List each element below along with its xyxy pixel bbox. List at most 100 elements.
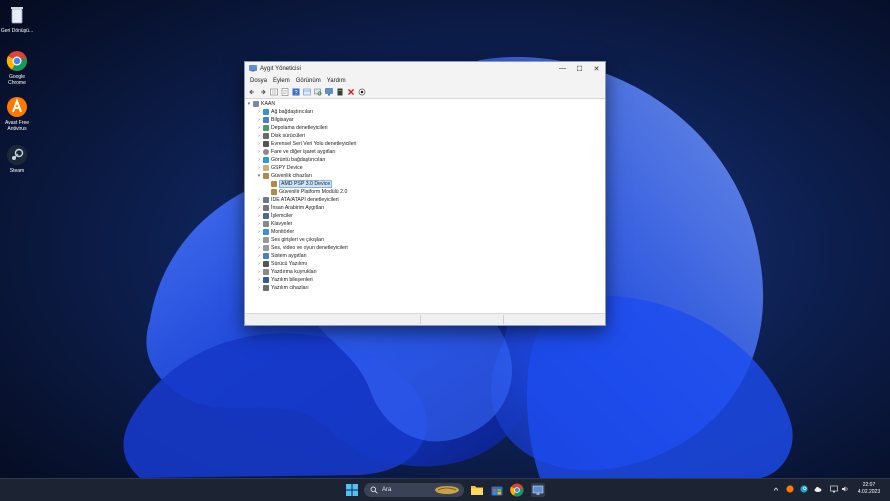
taskbar-file-explorer[interactable] <box>470 483 484 497</box>
tree-item-system-devices[interactable]: › Sistem aygıtları <box>255 252 307 260</box>
tree-root[interactable]: ▾ KAAN <box>245 100 275 108</box>
expand-arrow-icon[interactable]: › <box>255 285 263 291</box>
ide-controller-icon <box>263 197 269 203</box>
taskbar-device-manager[interactable] <box>531 483 545 497</box>
tray-overflow-chevron-icon[interactable] <box>772 485 780 493</box>
tree-view-icon <box>270 88 278 96</box>
properties-button[interactable] <box>280 87 290 97</box>
collapse-arrow-icon[interactable]: ▾ <box>255 173 263 179</box>
status-divider <box>420 315 421 324</box>
processor-icon <box>263 213 269 219</box>
tray-network-icon[interactable] <box>830 485 838 493</box>
security-chip-icon <box>271 181 277 187</box>
update-driver-button[interactable] <box>335 87 345 97</box>
help-button[interactable]: ? <box>291 87 301 97</box>
expand-arrow-icon[interactable]: › <box>255 133 263 139</box>
taskbar-clock[interactable]: 22:07 4.02.2023 <box>852 482 886 496</box>
security-device-icon <box>263 173 269 179</box>
expand-arrow-icon[interactable]: › <box>255 141 263 147</box>
tree-item-firmware[interactable]: › Sürücü Yazılımı <box>255 260 307 268</box>
expand-arrow-icon[interactable]: › <box>255 205 263 211</box>
desktop-icon-steam[interactable]: Steam <box>0 144 34 174</box>
window-title: Aygıt Yöneticisi <box>260 65 301 72</box>
tree-item-mice[interactable]: › Fare ve diğer işaret aygıtları <box>255 148 336 156</box>
tree-item-ide-controllers[interactable]: › IDE ATA/ATAPI denetleyicileri <box>255 196 339 204</box>
menu-file[interactable]: Dosya <box>247 78 270 84</box>
tray-avast-icon[interactable] <box>786 485 794 493</box>
software-device-icon <box>263 285 269 291</box>
expand-arrow-icon[interactable]: › <box>255 261 263 267</box>
expand-arrow-icon[interactable]: › <box>255 221 263 227</box>
tree-item-display-adapters[interactable]: › Görüntü bağdaştırıcıları <box>255 156 326 164</box>
tree-item-software-components[interactable]: › Yazılım bileşenleri <box>255 276 313 284</box>
scan-hardware-button[interactable] <box>313 87 323 97</box>
menu-help[interactable]: Yardım <box>324 78 349 84</box>
desktop-icon-google-chrome[interactable]: Google Chrome <box>0 50 34 86</box>
tree-item-computer[interactable]: › Bilgisayar <box>255 116 294 124</box>
properties-icon <box>281 88 289 96</box>
tree-item-disk-drives[interactable]: › Disk sürücüleri <box>255 132 305 140</box>
tree-item-usb-controllers[interactable]: › Evrensel Seri Veri Yolu denetleyicileri <box>255 140 356 148</box>
tray-volume-icon[interactable] <box>841 485 849 493</box>
search-highlight-icon <box>435 486 459 494</box>
tray-steam-icon[interactable] <box>800 485 808 493</box>
title-bar[interactable]: Aygıt Yöneticisi — ☐ ✕ <box>245 62 605 75</box>
tree-item-storage-controllers[interactable]: › Depolama denetleyicileri <box>255 124 328 132</box>
expand-arrow-icon[interactable]: › <box>255 125 263 131</box>
back-button[interactable] <box>247 87 257 97</box>
start-button[interactable] <box>345 483 359 497</box>
expand-arrow-icon[interactable]: › <box>255 197 263 203</box>
desktop-icon-label: Steam <box>9 168 25 174</box>
show-hide-tree-button[interactable] <box>269 87 279 97</box>
desktop-icon-recycle-bin[interactable]: Geri Dönüşü... <box>0 4 34 34</box>
minimize-button[interactable]: — <box>554 62 571 75</box>
view-button[interactable] <box>302 87 312 97</box>
maximize-button[interactable]: ☐ <box>571 62 588 75</box>
expand-arrow-icon[interactable]: › <box>255 165 263 171</box>
desktop-icon-avast[interactable]: Avast Free Antivirus <box>0 96 34 132</box>
tree-item-hid[interactable]: › İnsan Arabirim Aygıtları <box>255 204 324 212</box>
tree-item-software-devices[interactable]: › Yazılım cihazları <box>255 284 309 292</box>
collapse-arrow-icon[interactable]: ▾ <box>245 101 253 107</box>
tree-item-network-adapters[interactable]: › Ağ bağdaştırıcıları <box>255 108 313 116</box>
disable-button[interactable] <box>357 87 367 97</box>
desktop-icon-label: Avast Free Antivirus <box>4 120 30 132</box>
expand-arrow-icon[interactable]: › <box>255 109 263 115</box>
close-button[interactable]: ✕ <box>588 62 605 75</box>
expand-arrow-icon[interactable]: › <box>255 229 263 235</box>
expand-arrow-icon[interactable]: › <box>255 237 263 243</box>
monitor-button[interactable] <box>324 87 334 97</box>
update-driver-icon <box>337 88 343 96</box>
tree-item-audio-io[interactable]: › Ses girişleri ve çıkışları <box>255 236 324 244</box>
tray-cloud-icon[interactable] <box>814 485 822 493</box>
tree-item-tpm[interactable]: Güvenilir Platform Modülü 2.0 <box>271 188 347 196</box>
tree-item-keyboards[interactable]: › Klavyeler <box>255 220 292 228</box>
tree-item-processors[interactable]: › İşlemciler <box>255 212 293 220</box>
tree-item-security-devices[interactable]: ▾ Güvenlik cihazları <box>255 172 312 180</box>
expand-arrow-icon[interactable]: › <box>255 149 263 155</box>
tree-item-gspy-device[interactable]: › GSPY Device <box>255 164 303 172</box>
taskbar-chrome[interactable] <box>510 483 524 497</box>
expand-arrow-icon[interactable]: › <box>255 157 263 163</box>
expand-arrow-icon[interactable]: › <box>255 277 263 283</box>
tree-item-amd-psp[interactable]: AMD PSP 3.0 Device <box>271 180 333 188</box>
uninstall-button[interactable] <box>346 87 356 97</box>
tree-item-print-queues[interactable]: › Yazdırma kuyrukları <box>255 268 317 276</box>
expand-arrow-icon[interactable]: › <box>255 269 263 275</box>
forward-button[interactable] <box>258 87 268 97</box>
tree-item-sound-video-game[interactable]: › Ses, video ve oyun denetleyicileri <box>255 244 348 252</box>
tree-item-monitors[interactable]: › Monitörler <box>255 228 294 236</box>
expand-arrow-icon[interactable]: › <box>255 245 263 251</box>
search-box[interactable]: Ara <box>364 483 464 497</box>
help-icon: ? <box>292 88 300 96</box>
menu-action[interactable]: Eylem <box>270 78 293 84</box>
expand-arrow-icon[interactable]: › <box>255 213 263 219</box>
menu-view[interactable]: Görünüm <box>293 78 324 84</box>
expand-arrow-icon[interactable]: › <box>255 253 263 259</box>
forward-arrow-icon <box>261 89 266 95</box>
printer-icon <box>263 269 269 275</box>
status-divider <box>503 315 504 324</box>
taskbar-store[interactable] <box>490 483 504 497</box>
expand-arrow-icon[interactable]: › <box>255 117 263 123</box>
system-device-icon <box>263 253 269 259</box>
